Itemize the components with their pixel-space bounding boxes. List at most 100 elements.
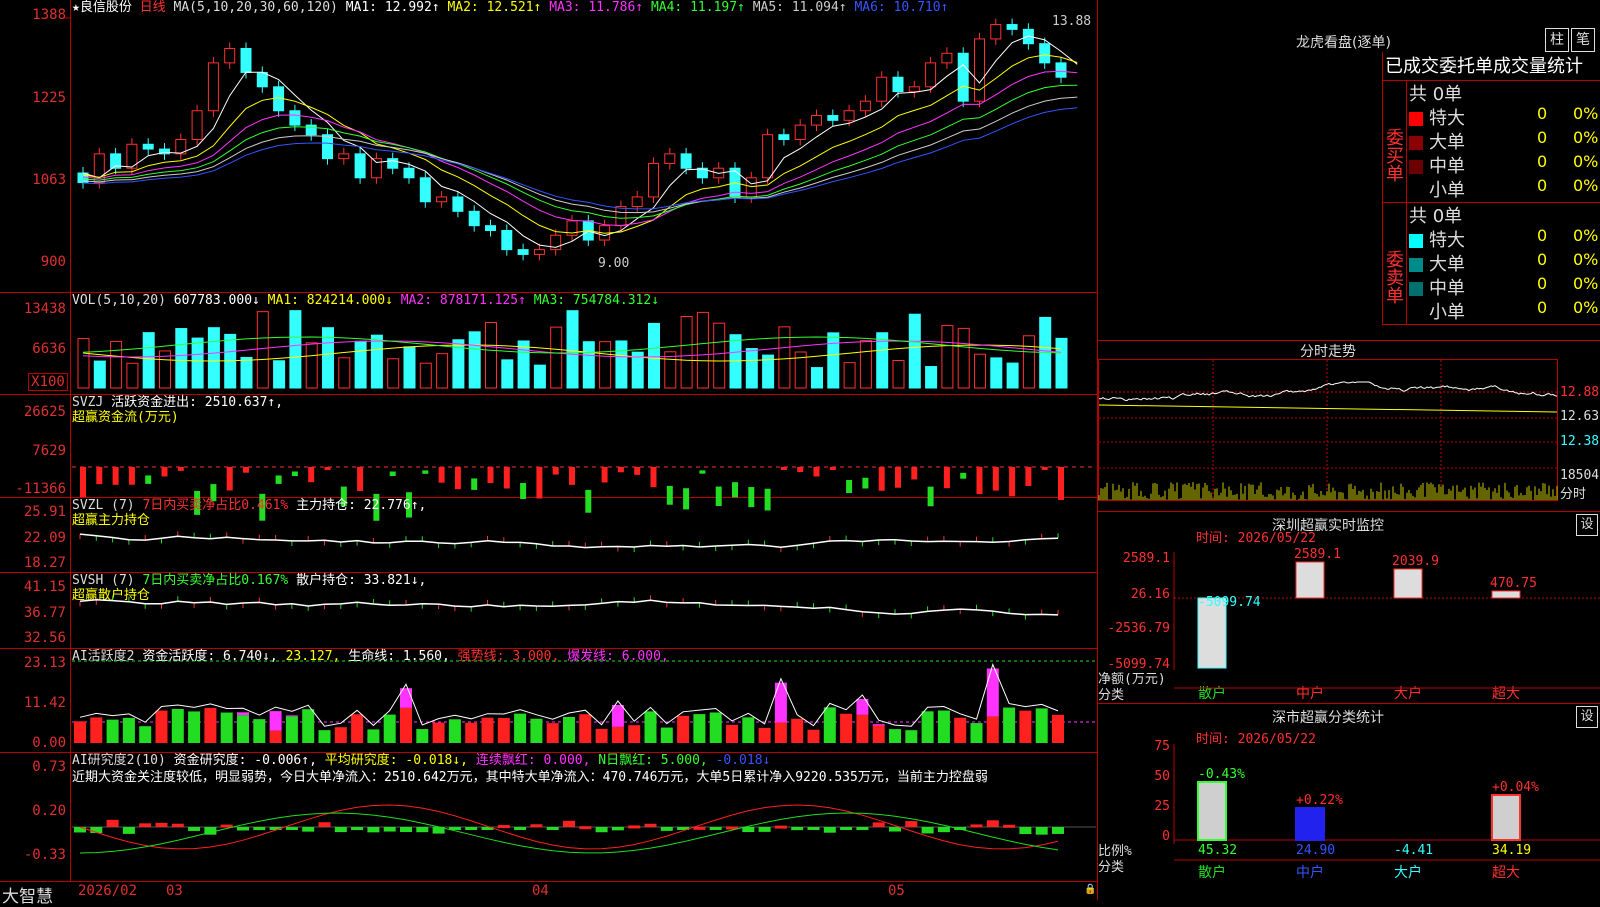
average-research-line: [80, 813, 1058, 853]
volume-bar: [127, 363, 138, 388]
flow-bar: [1025, 467, 1031, 486]
lock-icon[interactable]: 🔒: [1084, 884, 1096, 895]
candle-body: [1007, 25, 1017, 30]
intraday-panel[interactable]: 分时走势 12.88 12.63 12.38 18504 分时: [1098, 340, 1600, 501]
flow-bar: [178, 467, 184, 471]
activity-burst-bar: [612, 705, 624, 727]
activity-bar: [612, 727, 624, 743]
activity-bar: [530, 719, 542, 743]
research-bar: [938, 827, 950, 832]
intraday-axis-label: 12.63: [1560, 409, 1599, 424]
svsh-panel[interactable]: SVSH (7) 7日内买卖净占比0.167% 散户持仓: 33.821↓, 超…: [0, 573, 1098, 649]
volume-bar: [812, 368, 823, 388]
activity-bar: [645, 711, 657, 743]
candle-body: [942, 53, 952, 63]
order-stat-row: 小单00%: [1409, 298, 1599, 324]
candle-body: [534, 250, 544, 255]
research-bar: [74, 827, 86, 832]
activity-bar: [465, 723, 477, 743]
research-bar: [889, 827, 901, 832]
order-count-value: 0: [1537, 250, 1547, 269]
intraday-axis-label: 分时: [1560, 483, 1586, 502]
research-bar: [530, 824, 542, 827]
candle-body: [828, 116, 838, 121]
activity-bar: [824, 707, 836, 743]
research-bar: [791, 827, 803, 830]
research-bar: [367, 827, 379, 832]
volume-bar: [469, 332, 480, 388]
volume-bar: [94, 361, 105, 388]
candle-body: [437, 197, 447, 202]
volume-bar: [486, 322, 497, 388]
volume-bar: [241, 357, 252, 388]
research-bar: [319, 822, 331, 827]
volume-bar: [958, 328, 969, 388]
volume-bar: [371, 335, 382, 388]
flow-bar: [390, 472, 396, 477]
intraday-chart-box[interactable]: [1098, 359, 1558, 501]
flow-bar: [276, 475, 282, 483]
research-bar: [514, 827, 526, 830]
research-bar: [335, 827, 347, 832]
ai-activity-panel[interactable]: AI活跃度2 资金活跃度: 6.740↓, 23.127, 生命线: 1.560…: [0, 649, 1098, 753]
activity-bar: [661, 728, 673, 743]
lhb-tab-stats[interactable]: 已成交委托单成交量统计: [1382, 52, 1600, 81]
activity-bar: [1003, 708, 1015, 743]
volume-bar: [1007, 363, 1018, 388]
volume-bar: [942, 326, 953, 388]
research-bar: [139, 823, 151, 827]
flow-bar: [308, 467, 314, 482]
candle-body: [453, 197, 463, 211]
flow-bar: [455, 467, 461, 489]
flow-bar: [292, 471, 298, 475]
activity-bar: [172, 709, 184, 743]
flow-bar: [879, 467, 885, 491]
svzj-panel[interactable]: SVZJ 活跃资金进出: 2510.637↑, 超赢资金流(万元) 26625 …: [0, 395, 1098, 498]
svzl-panel[interactable]: SVZL (7) 7日内买卖净占比0.461% 主力持仓: 22.776↑, 超…: [0, 498, 1098, 573]
activity-bar: [873, 725, 885, 743]
research-bar: [856, 827, 868, 830]
candle-body: [143, 144, 153, 149]
research-bar: [123, 827, 135, 834]
date-label: 03: [166, 883, 183, 899]
order-count-value: 0: [1537, 128, 1547, 147]
lhb-panel: 龙虎看盘(逐单) 柱 笔 已成交委托单成交量统计 委买单 共 0单 特大00%大…: [1098, 0, 1600, 340]
tick-mode-button[interactable]: 笔: [1571, 28, 1595, 52]
intraday-price-line: [1099, 382, 1557, 401]
research-bar: [188, 827, 200, 831]
activity-bar: [449, 719, 461, 743]
flow-bar: [862, 478, 868, 489]
research-bar: [922, 827, 934, 833]
monitor-bar: [1492, 591, 1520, 598]
price-panel[interactable]: ★良信股份 日线 MA(5,10,20,30,60,120) MA1: 12.9…: [0, 0, 1098, 293]
bar-mode-button[interactable]: 柱: [1545, 28, 1569, 52]
flow-bar: [80, 467, 86, 497]
monitor-bar-value: 2039.9: [1392, 554, 1439, 569]
activity-burst-bar: [873, 724, 885, 725]
volume-bar: [420, 363, 431, 388]
activity-bar: [400, 708, 412, 743]
activity-bar: [156, 711, 168, 743]
volume-panel[interactable]: VOL(5,10,20) 607783.000↓ MA1: 824214.000…: [0, 293, 1098, 395]
volume-bar: [1023, 336, 1034, 388]
flow-bar: [504, 467, 510, 488]
research-bar: [759, 827, 771, 832]
ma-line: [83, 97, 1077, 213]
volume-bar: [714, 323, 725, 388]
volume-bar: [257, 312, 268, 388]
activity-bar: [710, 712, 722, 743]
flow-bar: [162, 467, 168, 476]
ai-research-panel[interactable]: AI研究度2(10) 资金研究度: -0.006↑, 平均研究度: -0.018…: [0, 753, 1098, 882]
candle-body: [926, 63, 936, 87]
volume-bar: [616, 341, 627, 388]
flow-bar: [651, 467, 657, 487]
candlestick-chart[interactable]: [0, 0, 1098, 292]
volume-bar: [681, 316, 692, 388]
order-count-value: 0: [1537, 152, 1547, 171]
flow-bar: [422, 470, 428, 473]
intraday-average-line: [1099, 405, 1557, 412]
order-stat-row: 特大00%: [1409, 104, 1599, 130]
order-pct-value: 0%: [1573, 128, 1598, 147]
research-bar: [661, 827, 673, 831]
ai-activity-chart: [0, 649, 1098, 752]
